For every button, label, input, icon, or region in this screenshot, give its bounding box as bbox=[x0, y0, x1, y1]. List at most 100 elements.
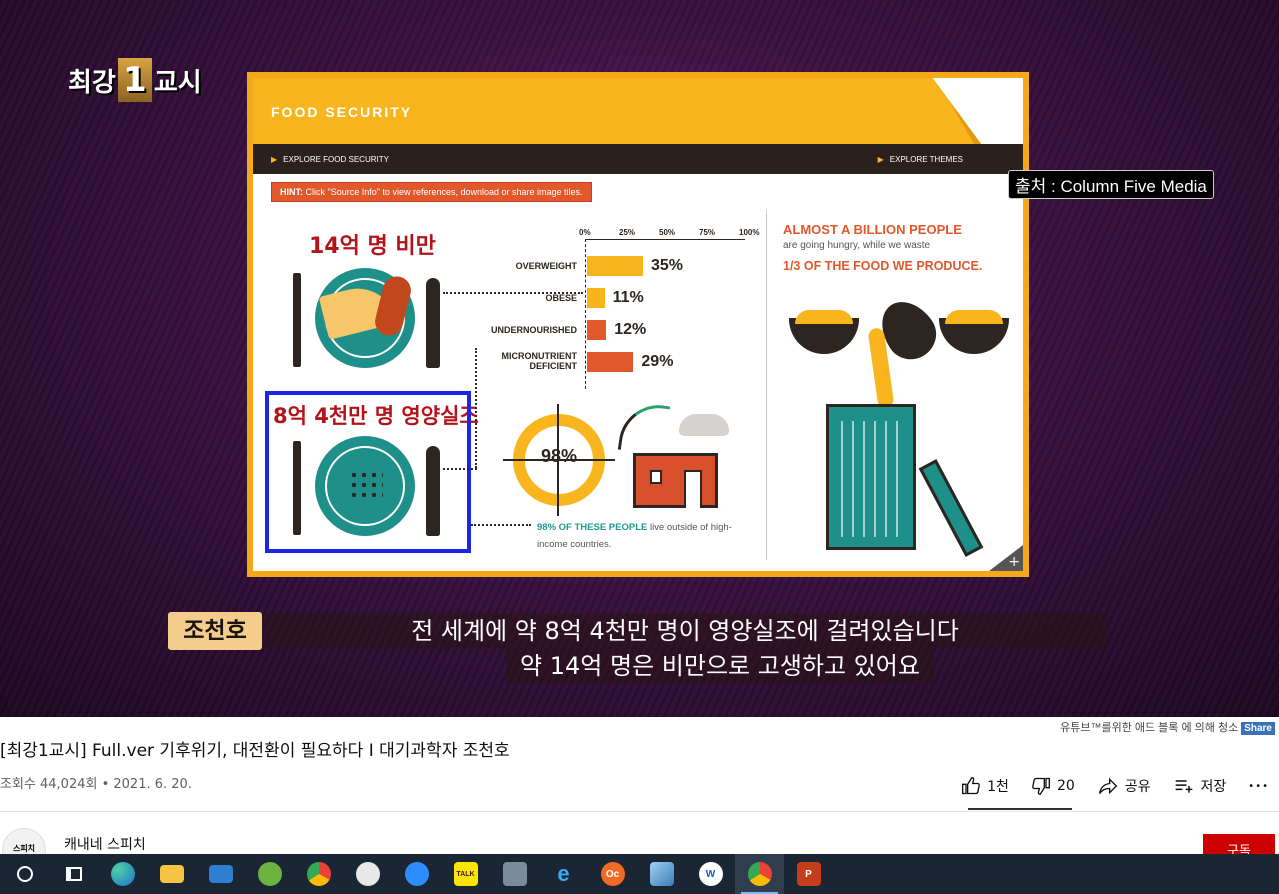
video-player[interactable]: 최강 1 교시 FOOD SECURITY ▶ EXPLORE FOOD SECURI… bbox=[0, 0, 1279, 717]
adblock-note: 유튜브™를위한 애드 블록 에 의해 청소 Share bbox=[1060, 719, 1275, 735]
chart-tick-label: 100% bbox=[739, 228, 760, 237]
taskbar-app-green[interactable] bbox=[245, 854, 294, 894]
w-app-icon: W bbox=[698, 862, 723, 886]
slide-nav: ▶ EXPLORE FOOD SECURITY ▶ EXPLORE THEMES bbox=[253, 144, 1023, 174]
thumbs-down-icon bbox=[1032, 777, 1050, 796]
taskbar-w-app[interactable]: W bbox=[686, 854, 735, 894]
taskbar-zoom[interactable] bbox=[392, 854, 441, 894]
kakaotalk-icon: TALK bbox=[453, 862, 478, 886]
chart-value-label: 35% bbox=[651, 257, 684, 274]
taskbar-notes[interactable] bbox=[637, 854, 686, 894]
chart-tick-label: 25% bbox=[619, 228, 636, 237]
folder-icon bbox=[159, 865, 184, 883]
chrome-profile-icon bbox=[747, 862, 772, 886]
powerpoint-icon: P bbox=[796, 862, 821, 886]
waste-heading: ALMOST A BILLION PEOPLE are going hungry… bbox=[783, 222, 983, 273]
chart-bar bbox=[587, 352, 634, 372]
calculator-icon bbox=[502, 862, 527, 886]
bowl-icon bbox=[789, 310, 859, 354]
dislike-button[interactable]: 20 bbox=[1031, 776, 1075, 796]
hint-banner: HINT: Click "Source Info" to view refere… bbox=[271, 182, 592, 202]
trash-bin-icon bbox=[826, 404, 916, 550]
task-view-button[interactable] bbox=[49, 854, 98, 894]
channel-name[interactable]: 캐내네 스피치 bbox=[64, 834, 146, 854]
thumbs-up-icon bbox=[962, 776, 980, 795]
highlight-box bbox=[265, 391, 471, 553]
taskbar-chrome[interactable] bbox=[294, 854, 343, 894]
save-button[interactable]: 저장 bbox=[1173, 776, 1226, 796]
share-button[interactable]: 공유 bbox=[1097, 776, 1151, 796]
chart-category-label: OBESE bbox=[545, 293, 577, 303]
video-title: [최강1교시] Full.ver 기후위기, 대전환이 필요하다 I 대기과학자… bbox=[0, 741, 510, 761]
chart-tick-label: 0% bbox=[579, 228, 591, 237]
like-button[interactable]: 1천 bbox=[961, 776, 1009, 796]
share-badge[interactable]: Share bbox=[1241, 722, 1275, 735]
chart-value-label: 29% bbox=[641, 353, 674, 370]
connector bbox=[471, 524, 531, 526]
subtitle-line-2: 약 14억 명은 비만으로 고생하고 있어요 bbox=[506, 648, 934, 684]
chart-bar bbox=[587, 288, 605, 308]
infographic-slide: FOOD SECURITY ▶ EXPLORE FOOD SECURITY ▶ EX… bbox=[247, 72, 1029, 577]
chart-value-label: 11% bbox=[612, 289, 644, 306]
notes-icon bbox=[649, 862, 674, 886]
bowl-icon bbox=[939, 310, 1009, 354]
chart-bar bbox=[587, 256, 643, 276]
slide-title: FOOD SECURITY bbox=[271, 104, 413, 120]
chart-category-label: UNDERNOURISHED bbox=[490, 325, 577, 335]
connector bbox=[443, 468, 477, 470]
more-icon: ••• bbox=[1248, 780, 1269, 792]
like-count: 1천 bbox=[987, 779, 1009, 795]
edge-icon bbox=[110, 862, 135, 886]
ie-icon: e bbox=[557, 861, 570, 886]
palm-tree-icon bbox=[617, 400, 671, 456]
taskbar-kakaotalk[interactable]: TALK bbox=[441, 854, 490, 894]
chart-axis bbox=[585, 239, 745, 240]
mascot-app-icon bbox=[355, 862, 380, 886]
start-icon bbox=[16, 866, 33, 882]
chrome-icon bbox=[306, 862, 331, 886]
oc-app-icon: Oc bbox=[600, 862, 625, 886]
chart-category-label: MICRONUTRIENT DEFICIENT bbox=[501, 351, 578, 371]
share-label: 공유 bbox=[1124, 779, 1151, 795]
share-icon bbox=[1098, 777, 1118, 795]
subtitle-line-1: 전 세계에 약 8억 4천만 명이 영양실조에 걸려있습니다 bbox=[262, 613, 1108, 649]
chart-value-label: 12% bbox=[614, 321, 647, 338]
slide-divider bbox=[766, 210, 767, 560]
expand-corner-icon: + bbox=[989, 545, 1023, 571]
playlist-add-icon bbox=[1175, 780, 1192, 793]
chart-axis-vertical bbox=[585, 239, 586, 389]
taskbar-chrome-js[interactable] bbox=[735, 854, 784, 894]
taskbar-internet-explorer[interactable]: e bbox=[539, 854, 588, 894]
slide-header: FOOD SECURITY bbox=[253, 78, 1023, 144]
zoom-icon bbox=[404, 862, 429, 886]
fork-icon bbox=[293, 273, 301, 367]
trash-lid-icon bbox=[918, 459, 984, 557]
taskbar-mail[interactable] bbox=[196, 854, 245, 894]
nav-left-label: EXPLORE FOOD SECURITY bbox=[283, 155, 389, 164]
task-view-icon bbox=[65, 867, 82, 881]
chart-tick-label: 75% bbox=[699, 228, 716, 237]
taskbar-oc-app[interactable]: Oc bbox=[588, 854, 637, 894]
taskbar-app-mascot[interactable] bbox=[343, 854, 392, 894]
taskbar-edge[interactable] bbox=[98, 854, 147, 894]
dislike-count: 20 bbox=[1056, 778, 1075, 794]
divider bbox=[0, 811, 1279, 812]
cloud-icon bbox=[679, 414, 729, 436]
nav-right-label: EXPLORE THEMES bbox=[889, 155, 963, 164]
taskbar-powerpoint[interactable]: P bbox=[784, 854, 833, 894]
video-meta: 조회수 44,024회 • 2021. 6. 20. bbox=[0, 777, 192, 792]
chart-tick-label: 50% bbox=[659, 228, 676, 237]
taskbar-calculator[interactable] bbox=[490, 854, 539, 894]
obese-overlay-text: 14억 명 비만 bbox=[309, 234, 436, 259]
house-icon bbox=[633, 453, 718, 508]
spoon-icon bbox=[426, 278, 440, 368]
green-app-icon bbox=[257, 862, 282, 886]
source-tag: 출처 : Column Five Media bbox=[1008, 170, 1214, 199]
ring-value: 98% bbox=[540, 446, 578, 466]
chart-category-label: OVERWEIGHT bbox=[515, 261, 577, 271]
start-button[interactable] bbox=[0, 854, 49, 894]
taskbar-file-explorer[interactable] bbox=[147, 854, 196, 894]
video-actions: 1천 20 공유 저장 ••• bbox=[961, 770, 1279, 802]
windows-taskbar: TALK e Oc W P bbox=[0, 854, 1279, 894]
more-actions-button[interactable]: ••• bbox=[1248, 781, 1269, 792]
